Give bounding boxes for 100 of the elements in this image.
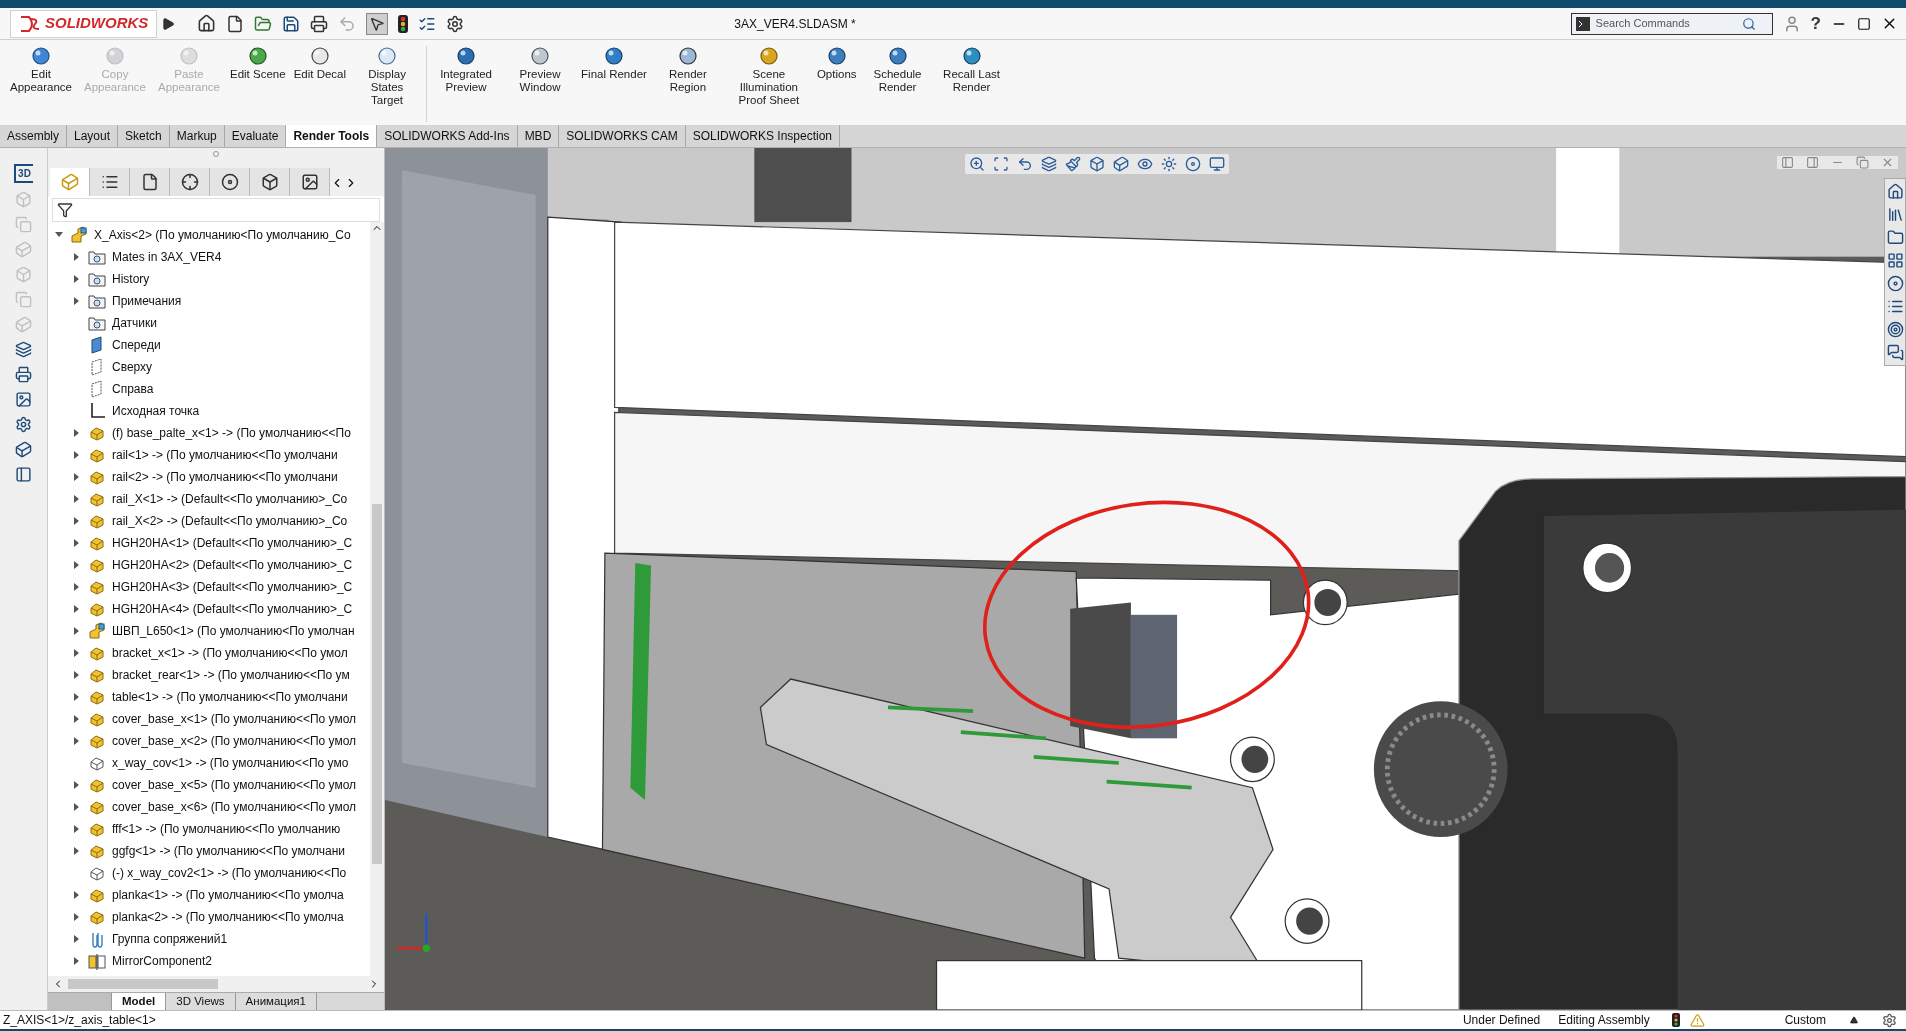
ribbon-command[interactable]: Final Render bbox=[577, 46, 651, 81]
tree-item[interactable]: HGH20HA<2> (Default<<По умолчанию>_С bbox=[112, 556, 353, 574]
ribbon-command[interactable]: Scene Illumination Proof Sheet bbox=[724, 46, 813, 107]
open-folder-icon[interactable] bbox=[254, 14, 273, 33]
monitor-icon[interactable] bbox=[1209, 156, 1225, 172]
part-icon bbox=[88, 710, 106, 728]
filter-icon[interactable] bbox=[57, 202, 73, 218]
expand-menu-icon[interactable] bbox=[161, 16, 176, 31]
ribbon-command[interactable]: Recall Last Render bbox=[934, 46, 1009, 94]
zoom-icon[interactable] bbox=[969, 156, 985, 172]
eye-icon[interactable] bbox=[1137, 156, 1153, 172]
tree-item[interactable]: ШВП_L650<1> (По умолчанию<По умолчан bbox=[112, 622, 355, 640]
part-icon bbox=[88, 512, 106, 530]
search-icon[interactable] bbox=[1741, 16, 1756, 31]
list-icon[interactable] bbox=[1886, 298, 1904, 315]
search-bar[interactable]: Search Commands bbox=[1570, 12, 1773, 35]
tree-item[interactable]: bracket_rear<1> -> (По умолчанию<<По ум bbox=[112, 666, 350, 684]
panel-left-icon[interactable] bbox=[1781, 156, 1794, 169]
ribbon-command[interactable]: Schedule Render bbox=[860, 46, 935, 94]
tree-item[interactable]: rail<1> -> (По умолчанию<<По умолчани bbox=[112, 446, 338, 464]
caret-icon[interactable] bbox=[1850, 1016, 1858, 1024]
3d-view-button[interactable]: 3D bbox=[14, 164, 33, 183]
tree-item[interactable]: x_way_cov<1> -> (По умолчанию<<По умо bbox=[112, 754, 349, 772]
tree-item[interactable]: Спереди bbox=[112, 336, 161, 354]
print-icon[interactable] bbox=[310, 14, 329, 33]
part-icon bbox=[88, 908, 106, 926]
part-icon bbox=[88, 468, 106, 486]
new-file-icon[interactable] bbox=[226, 14, 245, 33]
traffic-light-icon[interactable] bbox=[1671, 1013, 1680, 1027]
tree-item[interactable]: Группа сопряжений1 bbox=[112, 930, 228, 948]
tree-item[interactable]: Mates in 3AX_VER4 bbox=[112, 248, 222, 266]
books-icon[interactable] bbox=[1886, 206, 1904, 223]
ribbon-command[interactable]: Edit Decal bbox=[289, 46, 351, 81]
tool-icon[interactable] bbox=[15, 391, 32, 408]
ribbon-command[interactable]: Edit Scene bbox=[226, 46, 290, 81]
previous-view-icon[interactable] bbox=[1017, 156, 1033, 172]
assembly-icon bbox=[88, 622, 106, 640]
ds-logo-icon bbox=[19, 14, 41, 33]
tree-item[interactable]: planka<2> -> (По умолчанию<<По умолча bbox=[112, 908, 344, 926]
settings-icon[interactable] bbox=[1882, 1012, 1897, 1028]
home-icon[interactable] bbox=[197, 14, 217, 33]
ribbon-command[interactable]: Preview Window bbox=[503, 46, 578, 94]
save-icon[interactable] bbox=[282, 14, 301, 33]
select-button[interactable] bbox=[366, 12, 389, 35]
tool-icon[interactable] bbox=[15, 441, 32, 458]
command-tab[interactable]: Render Tools bbox=[286, 125, 378, 147]
search-field[interactable]: Search Commands bbox=[1595, 15, 1736, 32]
tree-item[interactable]: cover_base_x<1> (По умолчанию<<По умол bbox=[112, 710, 357, 728]
tree-item[interactable]: rail<2> -> (По умолчанию<<По умолчани bbox=[112, 468, 338, 486]
ribbon-command[interactable]: Display States Target bbox=[350, 46, 425, 107]
settings-icon[interactable] bbox=[446, 14, 465, 33]
tree-item[interactable]: (-) x_way_cov2<1> -> (По умолчанию<<По bbox=[112, 864, 347, 882]
assembly-icon bbox=[70, 226, 88, 244]
mirror-icon bbox=[88, 952, 106, 970]
tree-item[interactable]: cover_base_x<5> (По умолчанию<<По умол bbox=[112, 776, 357, 794]
panel-right-icon[interactable] bbox=[1806, 156, 1819, 169]
tree-item[interactable]: Датчики bbox=[112, 314, 157, 332]
vertical-scrollbar[interactable] bbox=[370, 222, 384, 976]
zoom-area-icon[interactable] bbox=[993, 156, 1009, 172]
tree-item[interactable]: X_Axis<2> (По умолчанию<По умолчанию_Со bbox=[94, 226, 351, 244]
help-button[interactable]: ? bbox=[1810, 10, 1821, 37]
tree-item[interactable]: MirrorComponent2 bbox=[112, 952, 213, 970]
restore-icon[interactable] bbox=[1856, 156, 1869, 169]
brush-icon[interactable] bbox=[1065, 156, 1081, 172]
parts-icon[interactable] bbox=[50, 168, 90, 196]
tree-item[interactable]: HGH20HA<1> (Default<<По умолчанию>_С bbox=[112, 534, 353, 552]
cube-icon[interactable] bbox=[1089, 156, 1105, 172]
units-status[interactable]: Custom bbox=[1784, 1011, 1826, 1029]
home-icon[interactable] bbox=[1886, 183, 1904, 200]
ribbon-command[interactable]: Integrated Preview bbox=[429, 46, 504, 94]
tree-item[interactable]: rail_X<1> -> (Default<<По умолчанию>_Со bbox=[112, 490, 348, 508]
ribbon-command[interactable]: Options bbox=[812, 46, 861, 81]
tree-item[interactable]: rail_X<2> -> (Default<<По умолчанию>_Со bbox=[112, 512, 348, 530]
tree-item[interactable]: (f) base_palte_x<1> -> (По умолчанию<<По bbox=[112, 424, 351, 442]
tree-item[interactable]: ggfg<1> -> (По умолчанию<<По умолчани bbox=[112, 842, 346, 860]
tree-item[interactable]: fff<1> -> (По умолчанию<<По умолчанию bbox=[112, 820, 341, 838]
ribbon-command[interactable]: Edit Appearance bbox=[4, 46, 78, 94]
folder-icon[interactable] bbox=[1886, 229, 1904, 246]
traffic-light-icon[interactable] bbox=[398, 14, 409, 33]
tree-item[interactable]: cover_base_x<6> (По умолчанию<<По умол bbox=[112, 798, 357, 816]
tree-item[interactable]: HGH20HA<3> (Default<<По умолчанию>_С bbox=[112, 578, 353, 596]
logo[interactable]: SOLIDWORKS bbox=[10, 9, 158, 38]
tree-item[interactable]: Примечания bbox=[112, 292, 182, 310]
chat-icon[interactable] bbox=[1886, 344, 1904, 361]
tool-icon[interactable] bbox=[15, 466, 32, 483]
ribbon-command[interactable]: Render Region bbox=[650, 46, 725, 94]
tool-icon[interactable] bbox=[15, 341, 32, 358]
tree-item[interactable]: cover_base_x<2> (По умолчанию<<По умол bbox=[112, 732, 357, 750]
tree-item[interactable]: planka<1> -> (По умолчанию<<По умолча bbox=[112, 886, 344, 904]
model-tab[interactable]: Model bbox=[112, 993, 167, 1010]
tree-item[interactable]: table<1> -> (По умолчанию<<По умолчани bbox=[112, 688, 348, 706]
tree-item[interactable]: HGH20HA<4> (Default<<По умолчанию>_С bbox=[112, 600, 353, 618]
tree-item[interactable]: History bbox=[112, 270, 150, 288]
maximize-icon[interactable] bbox=[1857, 16, 1871, 31]
tool-icon[interactable] bbox=[15, 416, 32, 433]
tree-item[interactable]: Исходная точка bbox=[112, 402, 200, 420]
tree-item[interactable]: Справа bbox=[112, 380, 154, 398]
tree-item[interactable]: bracket_x<1> -> (По умолчанию<<По умол bbox=[112, 644, 348, 662]
tree-item[interactable]: Сверху bbox=[112, 358, 153, 376]
tool-icon[interactable] bbox=[15, 366, 32, 383]
